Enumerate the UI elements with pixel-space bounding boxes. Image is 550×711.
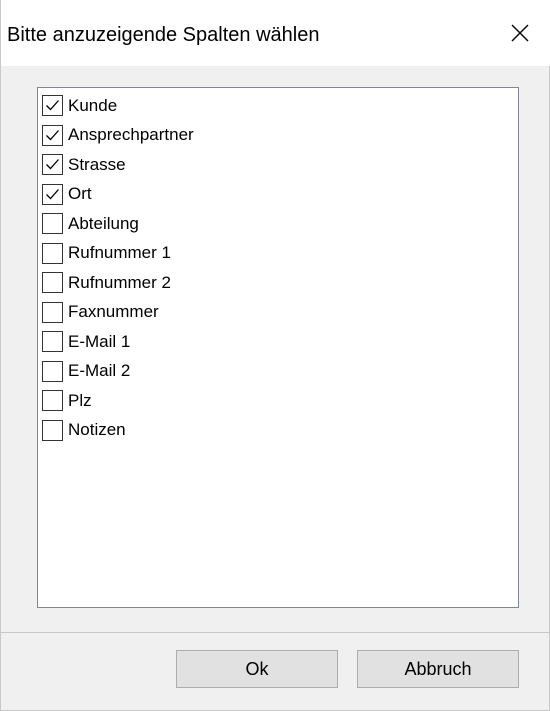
title-bar: Bitte anzuzeigende Spalten wählen [1,0,550,66]
checkbox[interactable] [42,95,63,116]
ok-button[interactable]: Ok [176,650,338,688]
list-item[interactable]: Faxnummer [38,298,518,327]
checkbox[interactable] [42,213,63,234]
list-item-label: Faxnummer [68,302,159,321]
checkbox[interactable] [42,360,63,382]
list-item[interactable]: E-Mail 1 [38,327,518,356]
checkmark-icon [46,159,59,170]
column-checklist[interactable]: Kunde Ansprechpartner Strasse Ort Abteilung R… [37,87,519,608]
cancel-button[interactable]: Abbruch [357,650,519,688]
list-item[interactable]: Rufnummer 2 [38,268,518,297]
dialog-window: Bitte anzuzeigende Spalten wählen Kunde A… [0,0,550,711]
list-item-label: E-Mail 1 [68,331,131,351]
list-item[interactable]: Notizen [38,416,518,445]
checkmark-icon [46,129,59,140]
footer-divider [1,632,550,633]
list-item-label: E-Mail 2 [68,361,131,380]
checkbox[interactable] [42,154,63,175]
list-item-label: Plz [68,390,92,410]
checkbox[interactable] [42,419,63,441]
list-item-label: Ort [68,184,92,203]
list-item[interactable]: Strasse [38,150,518,179]
checkbox[interactable] [42,183,63,205]
close-button[interactable] [490,0,550,66]
dialog-title: Bitte anzuzeigende Spalten wählen [7,24,320,46]
checkmark-icon [46,100,59,111]
list-item[interactable]: Rufnummer 1 [38,239,518,268]
checkbox[interactable] [42,390,63,411]
checkbox[interactable] [42,331,63,352]
list-item-label: Strasse [68,154,126,174]
list-item-label: Notizen [68,420,126,439]
checkbox[interactable] [42,242,63,264]
list-item[interactable]: Ort [38,180,518,209]
checkbox[interactable] [42,124,63,146]
list-item[interactable]: Ansprechpartner [38,121,518,150]
list-item[interactable]: E-Mail 2 [38,357,518,386]
list-item-label: Rufnummer 2 [68,272,171,292]
list-item[interactable]: Abteilung [38,209,518,238]
list-item[interactable]: Kunde [38,91,518,120]
list-item-label: Kunde [68,95,118,115]
checkbox[interactable] [42,272,63,293]
list-item-label: Rufnummer 1 [68,243,171,262]
close-icon [511,24,529,42]
list-item[interactable]: Plz [38,386,518,415]
checkbox[interactable] [42,301,63,323]
list-item-label: Ansprechpartner [68,125,194,144]
list-item-label: Abteilung [68,213,139,233]
checkmark-icon [46,188,59,199]
